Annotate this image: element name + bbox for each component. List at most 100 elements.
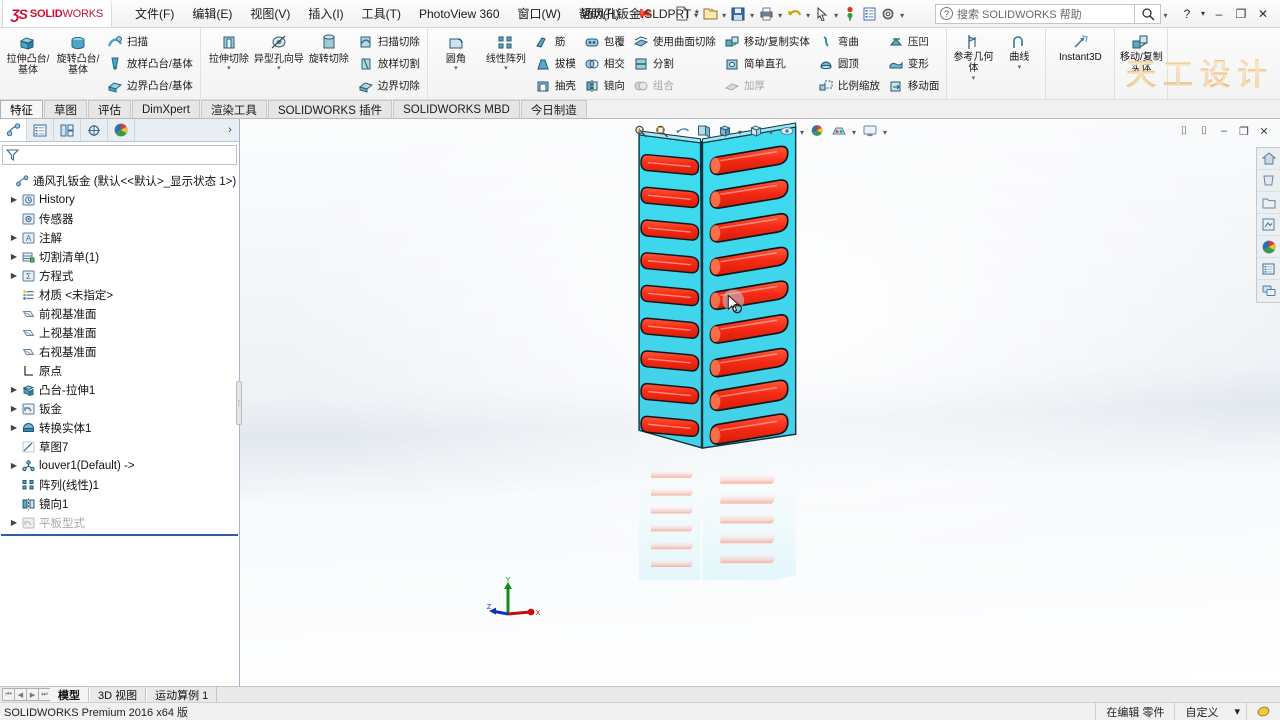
mirror-button[interactable]: 镜向 xyxy=(580,75,629,96)
display-style-icon[interactable] xyxy=(746,121,766,141)
search-container[interactable]: ? 搜索 SOLIDWORKS 帮助 xyxy=(935,3,1135,24)
status-custom-caret[interactable]: ▾ xyxy=(1228,703,1246,720)
file-explorer-icon[interactable] xyxy=(1257,192,1280,214)
view-palette-icon[interactable] xyxy=(1257,214,1280,236)
restore-button[interactable]: ❐ xyxy=(1230,3,1252,25)
tab-features[interactable]: 特征 xyxy=(0,100,43,118)
loft-boss-button[interactable]: 放样凸台/基体 xyxy=(103,53,197,74)
tab-sketch[interactable]: 草图 xyxy=(44,100,87,118)
sheet-tab-motion-study[interactable]: 运动算例 1 xyxy=(146,687,218,702)
menu-item-insert[interactable]: 插入(I) xyxy=(299,1,352,26)
dome-button[interactable]: 圆顶 xyxy=(814,53,884,74)
split-button[interactable]: 分割 xyxy=(629,53,720,74)
select-cursor-icon[interactable] xyxy=(813,4,832,24)
history-expander[interactable]: ▶ xyxy=(8,195,20,204)
tree-item-origin[interactable]: 原点 xyxy=(0,361,239,380)
edit-appearance-icon[interactable] xyxy=(808,121,828,141)
linear-pattern-caret[interactable]: ▾ xyxy=(504,65,508,72)
open-document-caret[interactable]: ▾ xyxy=(720,4,729,24)
indent-button[interactable]: 压凹 xyxy=(884,31,944,52)
help-button[interactable]: ? xyxy=(1176,3,1198,25)
curves-caret[interactable]: ▾ xyxy=(1018,63,1022,71)
display-manager-tab[interactable] xyxy=(108,119,135,141)
cut-with-surface-button[interactable]: 使用曲面切除 xyxy=(629,31,720,52)
tree-item-material[interactable]: 材质 <未指定> xyxy=(0,285,239,304)
sheet-metal-model[interactable] xyxy=(638,122,797,450)
move-copy-button[interactable]: 移动/复制实体 xyxy=(1118,30,1164,97)
panel-splitter-grip[interactable]: ⋮ xyxy=(236,380,243,425)
apply-scene-icon[interactable] xyxy=(829,121,849,141)
configuration-manager-tab[interactable] xyxy=(54,119,81,141)
boundary-boss-button[interactable]: 边界凸台/基体 xyxy=(103,75,197,96)
louver1-expander[interactable]: ▶ xyxy=(8,461,20,470)
select-caret[interactable]: ▾ xyxy=(832,4,841,24)
tab-manufacturing-today[interactable]: 今日制造 xyxy=(520,100,587,118)
wrap-button[interactable]: 包覆 xyxy=(580,31,629,52)
curves-button[interactable]: 曲线 ▾ xyxy=(996,30,1042,97)
sweep-button[interactable]: 扫描 xyxy=(103,31,197,52)
zoom-to-fit-icon[interactable] xyxy=(631,121,651,141)
print-document-caret[interactable]: ▾ xyxy=(776,4,785,24)
menu-item-file[interactable]: 文件(F) xyxy=(126,1,183,26)
solidworks-forum-icon[interactable] xyxy=(1257,280,1280,302)
search-caret[interactable]: ▾ xyxy=(1161,4,1170,24)
design-library-icon[interactable] xyxy=(1257,170,1280,192)
tree-item-sheetmetal[interactable]: ▶ 钣金 xyxy=(0,399,239,418)
tree-item-top-plane[interactable]: 上视基准面 xyxy=(0,323,239,342)
view-settings-icon[interactable] xyxy=(860,121,880,141)
feature-tree-filter[interactable] xyxy=(2,145,237,165)
tree-item-sensors[interactable]: 传感器 xyxy=(0,209,239,228)
dimxpert-manager-tab[interactable] xyxy=(81,119,108,141)
solidworks-resources-icon[interactable] xyxy=(1257,148,1280,170)
tab-render-tools[interactable]: 渲染工具 xyxy=(200,100,267,118)
hide-show-items-caret[interactable]: ▾ xyxy=(798,121,807,141)
minimize-view-icon[interactable]: – xyxy=(1214,122,1234,140)
tree-item-cutlist[interactable]: ▶ 切割清单(1) xyxy=(0,247,239,266)
view-settings-caret[interactable]: ▾ xyxy=(881,121,890,141)
simple-hole-button[interactable]: 简单直孔 xyxy=(720,53,814,74)
section-view-icon[interactable] xyxy=(694,121,714,141)
sheet-tab-3d-views[interactable]: 3D 视图 xyxy=(89,687,147,702)
tab-solidworks-addins[interactable]: SOLIDWORKS 插件 xyxy=(267,100,393,118)
tree-item-flat-pattern[interactable]: ▶ 平板型式 xyxy=(0,513,239,532)
deform-button[interactable]: 变形 xyxy=(884,53,944,74)
tree-item-right-plane[interactable]: 右视基准面 xyxy=(0,342,239,361)
sweep-cut-button[interactable]: 扫描切除 xyxy=(354,31,424,52)
tab-evaluate[interactable]: 评估 xyxy=(88,100,131,118)
rib-button[interactable]: 筋 xyxy=(531,31,580,52)
fillet-button[interactable]: 圆角 ▾ xyxy=(431,30,481,97)
solidworks-logo[interactable]: ƷS SOLID WORKS xyxy=(2,0,112,27)
view-orientation-caret[interactable]: ▾ xyxy=(736,121,745,141)
undo-icon[interactable] xyxy=(785,4,804,24)
status-custom-label[interactable]: 自定义 xyxy=(1174,702,1228,720)
sheetmetal-expander[interactable]: ▶ xyxy=(8,404,20,413)
flat-pattern-expander[interactable]: ▶ xyxy=(8,518,20,527)
close-view-icon[interactable]: ✕ xyxy=(1254,122,1274,140)
draft-button[interactable]: 拔模 xyxy=(531,53,580,74)
thicken-button[interactable]: 加厚 xyxy=(720,75,814,96)
open-document-icon[interactable] xyxy=(701,4,720,24)
reference-geometry-caret[interactable]: ▾ xyxy=(972,74,976,82)
save-document-icon[interactable] xyxy=(729,4,748,24)
previous-view-icon[interactable] xyxy=(673,121,693,141)
tree-item-annotations[interactable]: ▶ A 注解 xyxy=(0,228,239,247)
restore-view-icon[interactable]: ❐ xyxy=(1234,122,1254,140)
feature-manager-tab[interactable] xyxy=(0,119,27,141)
sheet-tab-model[interactable]: 模型 xyxy=(50,687,89,702)
print-document-icon[interactable] xyxy=(757,4,776,24)
menu-item-window[interactable]: 窗口(W) xyxy=(509,1,570,26)
property-manager-tab[interactable] xyxy=(27,119,54,141)
hide-show-items-icon[interactable] xyxy=(777,121,797,141)
menu-item-edit[interactable]: 编辑(E) xyxy=(183,1,241,26)
expand-panel-arrow-icon[interactable]: › xyxy=(221,119,239,141)
appearances-scenes-icon[interactable] xyxy=(1257,236,1280,258)
custom-properties-icon[interactable] xyxy=(1257,258,1280,280)
display-style-caret[interactable]: ▾ xyxy=(767,121,776,141)
save-document-caret[interactable]: ▾ xyxy=(748,4,757,24)
view-orientation-icon[interactable] xyxy=(715,121,735,141)
options-sheet-icon[interactable] xyxy=(860,4,879,24)
extrude-cut-caret[interactable]: ▾ xyxy=(227,65,231,72)
tree-item-mirror1[interactable]: 镜向1 xyxy=(0,494,239,513)
loft-cut-button[interactable]: 放样切割 xyxy=(354,53,424,74)
equations-expander[interactable]: ▶ xyxy=(8,271,20,280)
